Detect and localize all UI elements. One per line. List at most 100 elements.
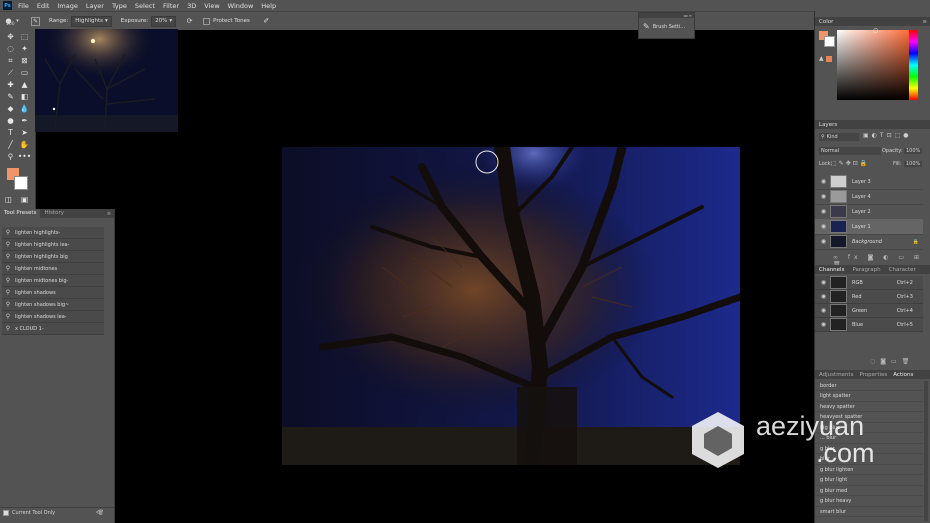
document-canvas[interactable]: [282, 147, 740, 465]
move-tool-icon[interactable]: ✥: [5, 31, 16, 42]
background-color-swatch[interactable]: [14, 176, 28, 190]
color-field[interactable]: ○: [837, 27, 918, 100]
crop-tool-icon[interactable]: ⌗: [5, 55, 16, 66]
magic-wand-tool-icon[interactable]: ✦: [19, 43, 30, 54]
action-item[interactable]: g blur med: [815, 486, 923, 496]
tab-actions[interactable]: Actions: [893, 372, 913, 378]
line-tool-icon[interactable]: ╱: [5, 139, 16, 150]
path-selection-tool-icon[interactable]: ➤: [19, 127, 30, 138]
menu-filter[interactable]: Filter: [163, 2, 179, 10]
tool-preset-item[interactable]: ⚲ lighten highlights lea-: [2, 239, 104, 251]
bucket-tool-icon[interactable]: ◆: [5, 103, 16, 114]
fill-value[interactable]: 100%: [904, 161, 923, 167]
eye-icon[interactable]: ◉: [820, 279, 827, 286]
panel-menu-icon[interactable]: ≡: [107, 211, 111, 217]
tab-tool-presets[interactable]: Tool Presets: [0, 209, 41, 218]
tool-preset-item[interactable]: ⚲ x CLOUD 1-: [2, 323, 104, 335]
action-item[interactable]: g blur heavy: [815, 497, 923, 507]
tool-preset-item[interactable]: ⚲ lighten shadows lea-: [2, 311, 104, 323]
panel-menu-icon[interactable]: ≡: [922, 19, 927, 25]
channel-actions-bar[interactable]: ◌◙▭🗑: [870, 358, 914, 365]
ruler-tool-icon[interactable]: ▭: [19, 67, 30, 78]
opacity-value[interactable]: 100%: [904, 148, 923, 154]
brush-settings-panel[interactable]: ◂◂ ≡ ✎ Brush Setti...: [638, 12, 695, 39]
screen-mode-icon[interactable]: ▣: [19, 194, 30, 205]
hue-slider[interactable]: [909, 30, 918, 100]
blend-mode-select[interactable]: Normal: [819, 147, 881, 155]
action-item[interactable]: smart blur: [815, 507, 923, 517]
eye-icon[interactable]: ◉: [820, 293, 827, 300]
channel-row[interactable]: ◉ RGB Ctrl+2: [815, 276, 923, 290]
layer-row[interactable]: ◉ Layer 4: [815, 189, 923, 205]
eye-icon[interactable]: ◉: [820, 178, 827, 185]
eye-icon[interactable]: ◉: [820, 223, 827, 230]
eye-icon[interactable]: ◉: [820, 307, 827, 314]
tab-history[interactable]: History: [40, 209, 68, 218]
stamp-tool-icon[interactable]: ▲: [19, 79, 30, 90]
brush-tool-icon[interactable]: ✎: [5, 91, 16, 102]
menu-help[interactable]: Help: [261, 2, 276, 10]
menu-file[interactable]: File: [18, 2, 29, 10]
current-tool-only-checkbox[interactable]: [3, 510, 9, 516]
eraser-tool-icon[interactable]: ◧: [19, 91, 30, 102]
zoom-tool-icon[interactable]: ⚲: [5, 151, 16, 162]
airbrush-icon[interactable]: ⟳: [185, 17, 194, 26]
tool-preset-item[interactable]: ⚲ lighten midtones big-: [2, 275, 104, 287]
gamut-swatch[interactable]: [826, 56, 832, 62]
channel-row[interactable]: ◉ Green Ctrl+4: [815, 304, 923, 318]
delete-preset-icon[interactable]: 🗑: [98, 510, 104, 516]
lasso-tool-icon[interactable]: ◌: [5, 43, 16, 54]
lock-icons[interactable]: ⬚✎✥⊡🔒: [831, 160, 869, 167]
pen-tool-icon[interactable]: ✒: [19, 115, 30, 126]
more-tools-icon[interactable]: •••: [18, 151, 31, 162]
actions-scrollbar[interactable]: [924, 381, 928, 521]
layer-row[interactable]: ◉ Background 🔒: [815, 234, 923, 250]
tab-paragraph[interactable]: Paragraph: [852, 267, 880, 273]
tool-preset-item[interactable]: ⚲ lighten shadows: [2, 287, 104, 299]
eye-icon[interactable]: ◉: [820, 238, 827, 245]
channel-row[interactable]: ◉ Blue Ctrl+5: [815, 318, 923, 332]
action-item[interactable]: g blur light: [815, 476, 923, 486]
hand-tool-icon[interactable]: ✋: [19, 139, 30, 150]
protect-tones-checkbox[interactable]: [203, 17, 211, 25]
tab-channels[interactable]: Channels: [819, 267, 844, 273]
tab-character[interactable]: Character: [889, 267, 916, 273]
tool-preset-item[interactable]: ⚲ lighten highlights big: [2, 251, 104, 263]
eye-icon[interactable]: ◉: [820, 321, 827, 328]
menu-image[interactable]: Image: [57, 2, 77, 10]
range-select[interactable]: Highlights ▾: [71, 15, 112, 27]
quick-mask-icon[interactable]: ◫: [3, 194, 14, 205]
tool-preset-item[interactable]: ⚲ lighten shadows big~: [2, 299, 104, 311]
layer-filter-icons[interactable]: ▣◐T⊡⬚●: [863, 132, 912, 139]
menu-layer[interactable]: Layer: [86, 2, 104, 10]
exposure-input[interactable]: 20% ▾: [151, 15, 177, 27]
healing-brush-tool-icon[interactable]: ✚: [5, 79, 16, 90]
menu-3d[interactable]: 3D: [187, 2, 196, 10]
action-item[interactable]: border: [815, 381, 923, 391]
layer-row[interactable]: ◉ Layer 3: [815, 174, 923, 190]
type-tool-icon[interactable]: T: [5, 127, 16, 138]
channel-row[interactable]: ◉ Red Ctrl+3: [815, 290, 923, 304]
brush-panel-icon[interactable]: ✎: [31, 16, 40, 26]
action-item[interactable]: light spatter: [815, 392, 923, 402]
tab-adjustments[interactable]: Adjustments: [819, 372, 853, 378]
eye-icon[interactable]: ◉: [820, 193, 827, 200]
layer-filter-select[interactable]: ⚲ Kind: [819, 133, 859, 141]
frame-tool-icon[interactable]: ⊠: [19, 55, 30, 66]
menu-select[interactable]: Select: [135, 2, 155, 10]
layer-row[interactable]: ◉ Layer 2: [815, 204, 923, 220]
layer-row[interactable]: ◉ Layer 1: [815, 219, 923, 235]
tool-preset-item[interactable]: ⚲ lighten highlights-: [2, 227, 104, 239]
menu-view[interactable]: View: [204, 2, 219, 10]
eyedropper-tool-icon[interactable]: ⟋: [5, 67, 16, 78]
pressure-icon[interactable]: ✐: [262, 17, 271, 26]
menu-edit[interactable]: Edit: [37, 2, 50, 10]
tool-preset-item[interactable]: ⚲ lighten midtones: [2, 263, 104, 275]
dodge-tool-icon[interactable]: ●: [5, 115, 16, 126]
tab-properties[interactable]: Properties: [859, 372, 887, 378]
color-background-swatch[interactable]: [824, 36, 835, 47]
eye-icon[interactable]: ◉: [820, 208, 827, 215]
blur-tool-icon[interactable]: 💧: [19, 103, 30, 114]
menu-window[interactable]: Window: [228, 2, 254, 10]
menu-type[interactable]: Type: [112, 2, 127, 10]
